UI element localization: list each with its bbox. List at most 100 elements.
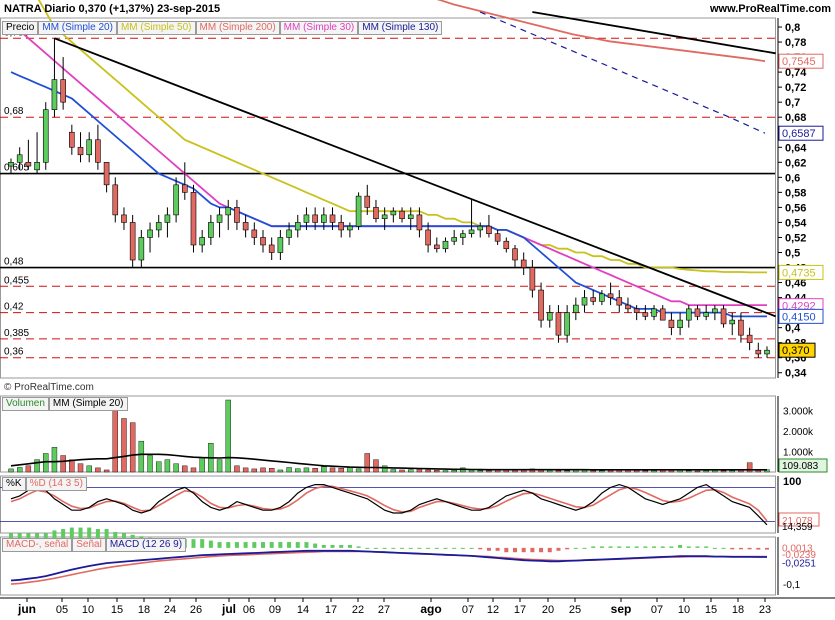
volume-bar	[156, 461, 162, 473]
macd-histogram-bar	[226, 542, 231, 548]
legend-item[interactable]: MM (Simple 200)	[195, 21, 280, 35]
time-tick-label: ago	[420, 602, 441, 616]
stoch-tick-label: 100	[783, 476, 801, 488]
price-tick-label: 0,68	[785, 112, 806, 124]
stock-chart: 0,7850,680,6050,480,4550,420,3850,36 0,8…	[0, 0, 835, 620]
macd-histogram-bar	[521, 547, 526, 553]
candle-body	[573, 304, 579, 313]
legend-item[interactable]: MM (Simple 20)	[38, 21, 117, 35]
volume-bar	[225, 399, 231, 473]
macd-histogram-bar	[565, 547, 570, 550]
volume-bar	[234, 465, 240, 473]
legend-item[interactable]: %K	[2, 477, 26, 491]
time-tick-label: 06	[243, 604, 255, 616]
volume-bar	[69, 459, 75, 473]
macd-legend: MACD-, señal Señal MACD (12 26 9)	[2, 538, 187, 552]
legend-item[interactable]: MM (Simple 50)	[116, 21, 196, 35]
volume-bar	[60, 455, 66, 473]
time-tick-label: 23	[759, 604, 771, 616]
candle-body	[703, 312, 709, 317]
legend-item[interactable]: %D (14 3 5)	[25, 477, 87, 491]
candle-body	[381, 214, 388, 219]
time-tick-label: 15	[705, 604, 717, 616]
time-tick-label: sep	[611, 602, 632, 616]
candle-body	[451, 237, 457, 242]
volume-bar	[599, 470, 605, 473]
candle-body	[738, 319, 744, 336]
legend-item[interactable]: Volumen	[2, 397, 49, 411]
candle-body	[147, 229, 153, 238]
macd-histogram-bar	[365, 547, 370, 549]
legend-item[interactable]: MM (Simple 30)	[279, 21, 359, 35]
macd-histogram-bar	[573, 547, 578, 549]
candle-body	[685, 308, 692, 321]
macd-histogram-bar	[738, 547, 743, 550]
price-tick-label: 0,62	[785, 157, 806, 169]
volume-bar	[25, 465, 32, 473]
candle-body	[764, 349, 770, 355]
macd-histogram-bar	[730, 547, 735, 550]
candle-body	[173, 184, 179, 216]
candle-body	[442, 240, 449, 250]
candle-body	[294, 222, 301, 231]
macd-histogram-bar	[330, 544, 335, 548]
volume-bar	[147, 455, 153, 473]
macd-histogram-bar	[591, 546, 596, 548]
volume-bar	[434, 469, 440, 473]
candle-body	[60, 79, 66, 103]
candle-body	[251, 229, 258, 238]
volume-bar	[364, 453, 370, 473]
macd-histogram-bar	[443, 547, 448, 549]
candle-body	[286, 229, 292, 238]
volume-bar	[199, 457, 205, 473]
candle-body	[746, 334, 753, 343]
volume-bar	[251, 468, 258, 473]
macd-histogram-bar	[556, 547, 561, 551]
candle-body	[407, 214, 414, 219]
volume-bar	[399, 469, 405, 473]
volume-bar	[86, 465, 92, 473]
volume-bar	[43, 453, 49, 473]
macd-histogram-bar	[208, 540, 213, 548]
candle-body	[347, 225, 353, 231]
legend-item[interactable]: MM (Simple 20)	[48, 397, 128, 411]
candle-body	[494, 233, 501, 242]
macd-histogram-bar	[704, 546, 709, 548]
volume-legend: Volumen MM (Simple 20)	[2, 397, 128, 411]
volume-bar	[408, 469, 414, 473]
candle-body	[138, 237, 145, 261]
macd-histogram-bar	[678, 544, 683, 548]
site-url[interactable]: www.ProRealTime.com	[710, 3, 831, 15]
macd-histogram-bar	[382, 547, 387, 549]
legend-item[interactable]: MM (Simple 130)	[358, 21, 443, 35]
volume-bar	[564, 470, 570, 473]
candle-body	[225, 207, 232, 216]
macd-histogram-bar	[634, 546, 639, 548]
macd-histogram-bar	[304, 542, 309, 548]
value-label: 0,4735	[782, 267, 816, 279]
candle-body	[42, 109, 49, 163]
volume-bar	[590, 470, 596, 473]
legend-item[interactable]: MACD (12 26 9)	[105, 538, 187, 552]
macd-histogram-bar	[504, 547, 509, 553]
volume-tick-label: 1.000k	[783, 447, 814, 458]
volume-bar	[381, 465, 388, 473]
candle-body	[555, 312, 562, 336]
volume-bar	[425, 469, 431, 473]
candle-body	[25, 162, 32, 167]
legend-item[interactable]: Señal	[72, 538, 106, 552]
level-label: 0,42	[4, 302, 24, 313]
volume-bar	[216, 459, 223, 473]
macd-histogram-bar	[539, 547, 544, 553]
volume-bar	[16, 467, 23, 473]
macd-histogram-bar	[652, 546, 657, 548]
candle-body	[277, 237, 284, 253]
volume-bar	[277, 469, 284, 473]
macd-histogram-bar	[356, 546, 361, 548]
volume-bar	[555, 470, 562, 473]
legend-item[interactable]: MACD-, señal	[2, 538, 73, 552]
volume-bar	[182, 465, 188, 473]
candle-body	[590, 297, 597, 302]
volume-bar	[51, 447, 58, 473]
legend-item[interactable]: Precio	[2, 21, 39, 35]
